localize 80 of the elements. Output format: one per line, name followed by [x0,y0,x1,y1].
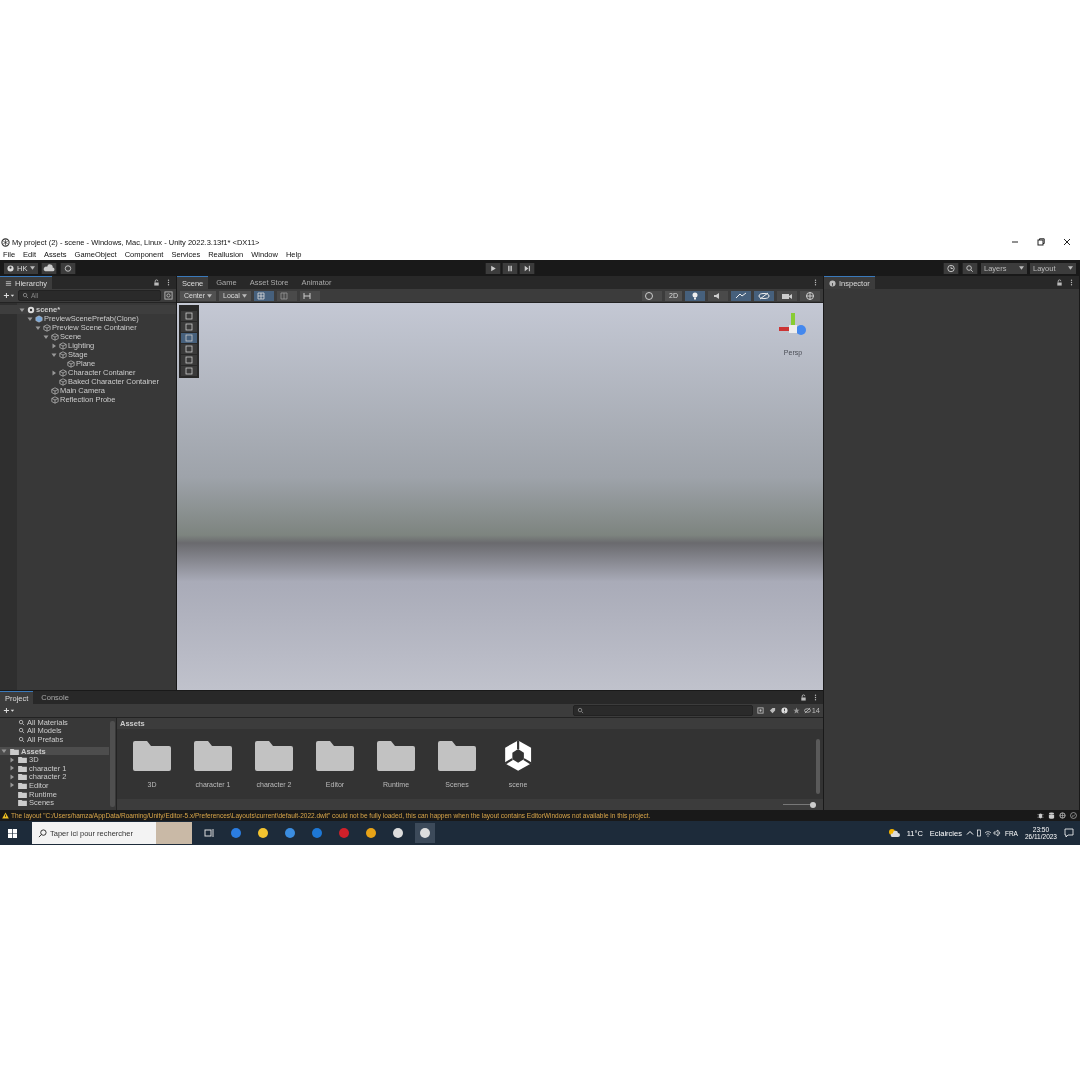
tool-icon[interactable] [181,366,197,376]
network-icon[interactable] [1058,812,1067,819]
slider-thumb[interactable] [810,801,816,808]
folder-icon[interactable] [253,739,295,773]
restore-icon[interactable] [1036,237,1046,247]
account-icon [7,264,14,272]
lock-icon[interactable] [152,279,161,286]
tool-icon[interactable] [181,344,197,354]
caret-icon [1019,266,1024,270]
history-icon[interactable] [943,262,959,274]
expand-arrow-icon[interactable] [51,342,57,349]
search-field[interactable] [572,705,753,716]
tray-caret-icon[interactable] [965,829,974,837]
app-icon [1,237,10,247]
folder-icon[interactable] [131,739,173,773]
tray-device-icon[interactable] [974,829,983,837]
shading-mode-icon[interactable] [642,290,663,301]
grid-snap-icon[interactable] [253,290,274,301]
notifications-icon[interactable] [1064,828,1074,838]
caret-icon [30,266,36,270]
zoom-slider[interactable] [783,801,813,808]
tool-icon[interactable] [181,355,197,365]
list-icon [5,279,12,287]
filter-label-icon[interactable] [767,707,777,714]
check-icon[interactable] [1069,812,1078,819]
play-icon[interactable] [484,262,501,274]
bug-icon[interactable] [1036,812,1045,819]
tool-icon[interactable] [181,311,197,321]
windows-start-icon[interactable] [8,828,17,838]
expand-arrow-icon[interactable] [43,333,49,340]
tool-icon[interactable] [181,322,197,332]
add-icon[interactable] [3,292,15,299]
folder-icon[interactable] [436,739,478,773]
pause-icon[interactable] [501,262,518,274]
taskbar-app-icon[interactable] [415,823,435,843]
hidden-eye-icon[interactable] [754,290,774,301]
folder-icon[interactable] [375,739,417,773]
caret-icon [207,293,212,298]
scrollbar[interactable] [110,721,115,807]
info-icon [829,279,836,287]
lock-icon[interactable] [1055,279,1064,286]
expand-arrow-icon[interactable] [1,748,7,755]
database-icon[interactable] [1047,812,1056,819]
search-icon [38,828,47,838]
folder-icon[interactable] [314,739,356,773]
weather-icon[interactable] [887,828,900,838]
search-icon [576,707,584,714]
add-icon[interactable] [3,707,15,714]
step-icon[interactable] [518,262,535,274]
star-icon[interactable] [791,707,801,714]
speaker-icon[interactable] [992,829,1001,837]
gizmos-icon[interactable] [800,290,820,301]
increment-snap-icon[interactable] [299,290,320,301]
filter-type-icon[interactable] [755,707,765,714]
lightbulb-icon[interactable] [685,290,705,301]
wifi-icon[interactable] [983,829,992,837]
hidden-eye-icon [803,707,811,714]
prefab-cube-icon [35,314,43,323]
lock-icon[interactable] [799,694,808,701]
grid-icon[interactable] [276,290,297,301]
cloud-icon[interactable] [41,262,58,274]
expand-arrow-icon[interactable] [27,315,33,322]
warning-icon[interactable] [779,707,789,714]
folder-icon[interactable] [192,739,234,773]
camera-icon[interactable] [777,290,797,301]
scene-search-icon[interactable] [164,291,173,300]
scrollbar[interactable] [816,739,820,794]
tool-icon[interactable] [181,333,197,343]
effects-icon[interactable] [731,290,751,301]
close-icon[interactable] [1062,237,1072,247]
expand-arrow-icon[interactable] [51,351,57,358]
expand-arrow-icon[interactable] [51,369,57,376]
audio-icon[interactable] [708,290,728,301]
expand-arrow-icon[interactable] [35,324,41,331]
search-icon [22,292,29,299]
caret-icon [1068,266,1073,270]
expand-arrow-icon[interactable] [19,306,25,313]
caret-icon [241,293,247,298]
settings-icon[interactable] [60,262,77,274]
search-icon[interactable] [962,262,978,274]
